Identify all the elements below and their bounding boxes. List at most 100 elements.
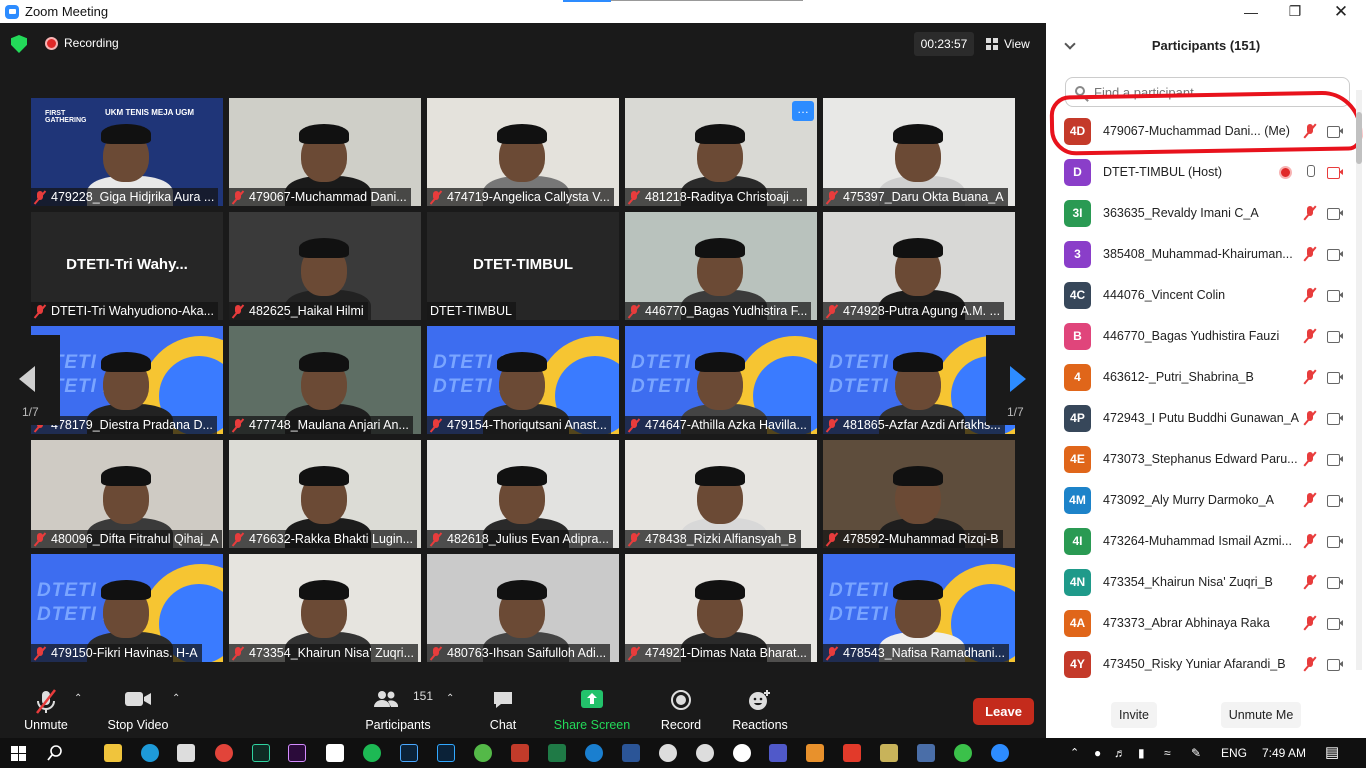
participant-row[interactable]: 4P 472943_I Putu Buddhi Gunawan_A	[1046, 398, 1356, 439]
microphone-icon[interactable]	[1303, 165, 1317, 180]
unmute-button[interactable]: Unmute	[18, 676, 74, 738]
microphone-muted-icon[interactable]	[1303, 657, 1317, 672]
participant-row[interactable]: D DTET-TIMBUL (Host)	[1046, 152, 1356, 193]
teams-icon[interactable]	[769, 744, 787, 762]
zoom-taskbar-icon[interactable]	[991, 744, 1009, 762]
participants-options-caret[interactable]: ⌃	[446, 693, 454, 704]
taskbar-search-icon[interactable]	[47, 745, 63, 761]
microphone-muted-icon[interactable]	[1303, 329, 1317, 344]
app-icon-22[interactable]	[880, 744, 898, 762]
chrome-icon[interactable]	[215, 744, 233, 762]
maximize-button[interactable]: ❐	[1272, 0, 1318, 23]
participant-row[interactable]: 4M 473092_Aly Murry Darmoko_A	[1046, 480, 1356, 521]
windows-start-icon[interactable]	[11, 746, 26, 761]
microphone-muted-icon[interactable]	[1303, 493, 1317, 508]
video-tile[interactable]: 478438_Rizki Alfiansyah_B	[625, 440, 817, 548]
camera-icon[interactable]	[1327, 372, 1343, 384]
lightroom-icon[interactable]	[400, 744, 418, 762]
video-tile[interactable]: 474928-Putra Agung A.M. ...	[823, 212, 1015, 320]
app-icon-23[interactable]	[917, 744, 935, 762]
participant-row[interactable]: 3I 363635_Revaldy Imani C_A	[1046, 193, 1356, 234]
file-explorer-icon[interactable]	[104, 744, 122, 762]
chevron-down-icon[interactable]	[1064, 38, 1076, 50]
tray-volume-icon[interactable]: ♬	[1114, 738, 1126, 768]
microphone-muted-icon[interactable]	[1303, 247, 1317, 262]
photoshop-icon[interactable]	[437, 744, 455, 762]
app-icon-17[interactable]	[696, 744, 714, 762]
video-tile[interactable]: 478592-Muhammad Rizqi-B	[823, 440, 1015, 548]
video-tile[interactable]: 480096_Difta Fitrahul Qihaj_A	[31, 440, 223, 548]
participant-row[interactable]: B 446770_Bagas Yudhistira Fauzi	[1046, 316, 1356, 357]
camera-icon[interactable]	[1327, 331, 1343, 343]
microphone-muted-icon[interactable]	[1303, 534, 1317, 549]
edge-browser-icon[interactable]	[141, 744, 159, 762]
notepad-icon[interactable]	[326, 744, 344, 762]
video-tile[interactable]: 475397_Daru Okta Buana_A	[823, 98, 1015, 206]
camera-icon[interactable]	[1327, 536, 1343, 548]
security-shield-icon[interactable]	[11, 35, 27, 53]
video-tile[interactable]: 482618_Julius Evan Adipra...	[427, 440, 619, 548]
participant-row[interactable]: 4Y 473450_Risky Yuniar Afarandi_B	[1046, 644, 1356, 685]
participants-scrollbar[interactable]	[1356, 90, 1362, 670]
app-icon-18[interactable]	[733, 744, 751, 762]
video-tile[interactable]: 482625_Haikal Hilmi	[229, 212, 421, 320]
participant-row[interactable]: 4I 473264-Muhammad Ismail Azmi...	[1046, 521, 1356, 562]
premiere-icon[interactable]	[288, 744, 306, 762]
share-screen-button[interactable]: Share Screen	[552, 676, 632, 738]
leave-button[interactable]: Leave	[973, 698, 1034, 725]
audio-options-caret[interactable]: ⌃	[74, 693, 82, 704]
camera-icon[interactable]	[1327, 208, 1343, 220]
participant-row[interactable]: 4E 473073_Stephanus Edward Paru...	[1046, 439, 1356, 480]
record-button[interactable]: Record	[656, 676, 706, 738]
video-tile[interactable]: DTET-TIMBUL DTET-TIMBUL	[427, 212, 619, 320]
video-tile[interactable]: 476632-Rakka Bhakti Lugin...	[229, 440, 421, 548]
participant-row[interactable]: 4N 473354_Khairun Nisa' Zuqri_B	[1046, 562, 1356, 603]
video-tile[interactable]: DTETI 21 DTETI 21 479150-Fikri Havinas. H-…	[31, 554, 223, 662]
app-icon-12[interactable]	[511, 744, 529, 762]
app-icon-16[interactable]	[659, 744, 677, 762]
tile-more-button[interactable]: …	[792, 101, 814, 121]
tray-microphone-icon[interactable]: ●	[1094, 738, 1101, 768]
video-tile[interactable]: 446770_Bagas Yudhistira F...	[625, 212, 817, 320]
video-tile[interactable]: 479067-Muchammad Dani...	[229, 98, 421, 206]
video-tile[interactable]: DTETI 21 DTETI 21 479154-Thoriqutsani Anas…	[427, 326, 619, 434]
tray-wifi-icon[interactable]: ≈	[1164, 738, 1171, 768]
next-page-button[interactable]: 1/7	[986, 335, 1046, 425]
camera-icon[interactable]	[1327, 413, 1343, 425]
participant-row[interactable]: 4 463612-_Putri_Shabrina_B	[1046, 357, 1356, 398]
tray-pen-icon[interactable]: ✎	[1191, 738, 1201, 768]
close-button[interactable]: ✕	[1318, 0, 1364, 23]
microphone-muted-icon[interactable]	[1303, 575, 1317, 590]
video-tile[interactable]: DTETI 21 DTETI 21 478543_Nafisa Ramadhani.…	[823, 554, 1015, 662]
invite-button[interactable]: Invite	[1111, 702, 1157, 728]
audition-icon[interactable]	[252, 744, 270, 762]
video-tile[interactable]: UKM TENIS MEJA UGM FIRST GATHERING 479228_…	[31, 98, 223, 206]
internet-explorer-icon[interactable]	[585, 744, 603, 762]
language-indicator[interactable]: ENG	[1221, 738, 1247, 768]
participant-row[interactable]: 4C 444076_Vincent Colin	[1046, 275, 1356, 316]
video-tile[interactable]: 473354_Khairun Nisa' Zuqri...	[229, 554, 421, 662]
participants-button[interactable]: 151 Participants	[362, 676, 434, 738]
camera-icon[interactable]	[1327, 659, 1343, 671]
notifications-icon[interactable]: ▤	[1325, 738, 1339, 768]
microphone-muted-icon[interactable]	[1303, 616, 1317, 631]
word-icon[interactable]	[622, 744, 640, 762]
camera-icon[interactable]	[1327, 577, 1343, 589]
camera-off-icon[interactable]	[1327, 167, 1343, 179]
participant-row[interactable]: 4A 473373_Abrar Abhinaya Raka	[1046, 603, 1356, 644]
unmute-me-button[interactable]: Unmute Me	[1221, 702, 1301, 728]
video-tile[interactable]: DTETI-Tri Wahy... DTETI-Tri Wahyudiono-Ak…	[31, 212, 223, 320]
previous-page-button[interactable]: 1/7	[0, 335, 60, 425]
microphone-muted-icon[interactable]	[1303, 411, 1317, 426]
utorrent-icon[interactable]	[474, 744, 492, 762]
reactions-button[interactable]: Reactions	[730, 676, 790, 738]
video-tile[interactable]: 474719-Angelica Callysta V...	[427, 98, 619, 206]
camera-icon[interactable]	[1327, 290, 1343, 302]
participant-row[interactable]: 3 385408_Muhammad-Khairuman...	[1046, 234, 1356, 275]
store-icon[interactable]	[177, 744, 195, 762]
microphone-muted-icon[interactable]	[1303, 206, 1317, 221]
camera-icon[interactable]	[1327, 454, 1343, 466]
video-tile[interactable]: … 481218-Raditya Christoaji ...	[625, 98, 817, 206]
video-options-caret[interactable]: ⌃	[172, 693, 180, 704]
acrobat-icon[interactable]	[843, 744, 861, 762]
